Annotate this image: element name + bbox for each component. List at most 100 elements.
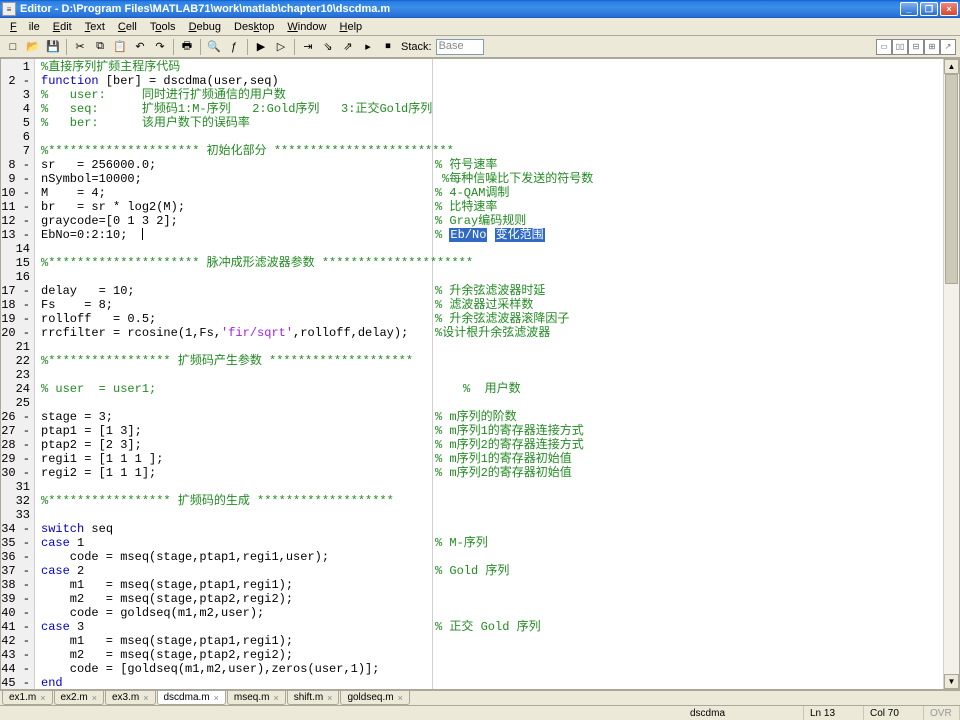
- code-line[interactable]: [35, 242, 943, 256]
- code-line[interactable]: m1 = mseq(stage,ptap1,regi1);: [35, 578, 943, 592]
- code-line[interactable]: code = goldseq(m1,m2,user);: [35, 606, 943, 620]
- code-line[interactable]: [35, 396, 943, 410]
- code-line[interactable]: nSymbol=10000;%每种信噪比下发送的符号数: [35, 172, 943, 186]
- scroll-track[interactable]: [944, 74, 959, 674]
- document-tab[interactable]: shift.m×: [287, 691, 340, 705]
- tile-3-button[interactable]: ⊟: [908, 39, 924, 55]
- code-line[interactable]: case 2% Gold 序列: [35, 564, 943, 578]
- code-line[interactable]: [35, 340, 943, 354]
- menu-text[interactable]: Text: [79, 20, 111, 34]
- code-line[interactable]: Fs = 8;% 滤波器过采样数: [35, 298, 943, 312]
- new-button[interactable]: □: [4, 38, 22, 56]
- tab-close-icon[interactable]: ×: [92, 693, 97, 703]
- code-line[interactable]: %********************* 脉冲成形滤波器参数 *******…: [35, 256, 943, 270]
- code-line[interactable]: br = sr * log2(M);% 比特速率: [35, 200, 943, 214]
- code-line[interactable]: % ber: 该用户数下的误码率: [35, 116, 943, 130]
- code-line[interactable]: [35, 270, 943, 284]
- code-line[interactable]: graycode=[0 1 3 2];% Gray编码规则: [35, 214, 943, 228]
- code-line[interactable]: case 1% M-序列: [35, 536, 943, 550]
- exit-debug-button[interactable]: ⏹: [379, 38, 397, 56]
- code-line[interactable]: regi2 = [1 1 1];% m序列2的寄存器初始值: [35, 466, 943, 480]
- clear-breakpoint-button[interactable]: ▷: [272, 38, 290, 56]
- step-in-button[interactable]: ⇘: [319, 38, 337, 56]
- find-button[interactable]: 🔍: [205, 38, 223, 56]
- maximize-button[interactable]: ❐: [920, 2, 938, 16]
- code-line[interactable]: m2 = mseq(stage,ptap2,regi2);: [35, 592, 943, 606]
- code-line[interactable]: case 3% 正交 Gold 序列: [35, 620, 943, 634]
- undock-button[interactable]: ↗: [940, 39, 956, 55]
- document-tab[interactable]: ex3.m×: [105, 691, 156, 705]
- tab-close-icon[interactable]: ×: [273, 693, 278, 703]
- code-line[interactable]: rolloff = 0.5;% 升余弦滤波器滚降因子: [35, 312, 943, 326]
- code-line[interactable]: % seq: 扩频码1:M-序列 2:Gold序列 3:正交Gold序列: [35, 102, 943, 116]
- menu-file[interactable]: File: [4, 20, 46, 34]
- code-line[interactable]: switch seq: [35, 522, 943, 536]
- code-line[interactable]: EbNo=0:2:10; % Eb/No 变化范围: [35, 228, 943, 242]
- code-line[interactable]: %***************** 扩频码的生成 **************…: [35, 494, 943, 508]
- code-line[interactable]: ptap1 = [1 3];% m序列1的寄存器连接方式: [35, 424, 943, 438]
- code-line[interactable]: % user = user1;% 用户数: [35, 382, 943, 396]
- code-line[interactable]: [35, 480, 943, 494]
- menu-edit[interactable]: Edit: [47, 20, 78, 34]
- menu-tools[interactable]: Tools: [144, 20, 182, 34]
- tile-2-button[interactable]: ▯▯: [892, 39, 908, 55]
- code-line[interactable]: ptap2 = [2 3];% m序列2的寄存器连接方式: [35, 438, 943, 452]
- menu-cell[interactable]: Cell: [112, 20, 143, 34]
- code-line[interactable]: m1 = mseq(stage,ptap1,regi1);: [35, 634, 943, 648]
- document-tab[interactable]: mseq.m×: [227, 691, 286, 705]
- code-line[interactable]: regi1 = [1 1 1 ];% m序列1的寄存器初始值: [35, 452, 943, 466]
- document-tab[interactable]: ex2.m×: [54, 691, 105, 705]
- code-line[interactable]: end: [35, 676, 943, 689]
- code-line[interactable]: sr = 256000.0;% 符号速率: [35, 158, 943, 172]
- tile-1-button[interactable]: ▭: [876, 39, 892, 55]
- tab-close-icon[interactable]: ×: [327, 693, 332, 703]
- tab-close-icon[interactable]: ×: [40, 693, 45, 703]
- set-breakpoint-button[interactable]: ▶: [252, 38, 270, 56]
- document-tab[interactable]: dscdma.m×: [157, 691, 226, 705]
- menu-window[interactable]: Window: [281, 20, 332, 34]
- code-pane[interactable]: %直接序列扩频主程序代码function [ber] = dscdma(user…: [35, 59, 943, 689]
- run-button[interactable]: ▸: [359, 38, 377, 56]
- undo-button[interactable]: ↶: [131, 38, 149, 56]
- minimize-button[interactable]: _: [900, 2, 918, 16]
- save-button[interactable]: 💾: [44, 38, 62, 56]
- stack-select[interactable]: Base: [436, 39, 484, 55]
- cut-button[interactable]: ✂: [71, 38, 89, 56]
- scroll-thumb[interactable]: [945, 74, 958, 284]
- open-button[interactable]: 📂: [24, 38, 42, 56]
- code-line[interactable]: [35, 508, 943, 522]
- document-tab[interactable]: goldseq.m×: [340, 691, 409, 705]
- scroll-up-button[interactable]: ▲: [944, 59, 959, 74]
- print-button[interactable]: 🖶: [178, 38, 196, 56]
- code-line[interactable]: code = mseq(stage,ptap1,regi1,user);: [35, 550, 943, 564]
- code-line[interactable]: %********************* 初始化部分 ***********…: [35, 144, 943, 158]
- copy-button[interactable]: ⧉: [91, 38, 109, 56]
- code-line[interactable]: [35, 368, 943, 382]
- code-line[interactable]: function [ber] = dscdma(user,seq): [35, 74, 943, 88]
- vertical-scrollbar[interactable]: ▲ ▼: [943, 59, 959, 689]
- close-button[interactable]: ×: [940, 2, 958, 16]
- code-line[interactable]: % user: 同时进行扩频通信的用户数: [35, 88, 943, 102]
- menu-help[interactable]: Help: [334, 20, 369, 34]
- redo-button[interactable]: ↷: [151, 38, 169, 56]
- code-line[interactable]: stage = 3;% m序列的阶数: [35, 410, 943, 424]
- document-tab[interactable]: ex1.m×: [2, 691, 53, 705]
- tab-close-icon[interactable]: ×: [398, 693, 403, 703]
- step-button[interactable]: ⇥: [299, 38, 317, 56]
- function-button[interactable]: ƒ: [225, 38, 243, 56]
- code-line[interactable]: m2 = mseq(stage,ptap2,regi2);: [35, 648, 943, 662]
- code-line[interactable]: code = [goldseq(m1,m2,user),zeros(user,1…: [35, 662, 943, 676]
- code-line[interactable]: delay = 10;% 升余弦滤波器时延: [35, 284, 943, 298]
- code-line[interactable]: rrcfilter = rcosine(1,Fs,'fir/sqrt',roll…: [35, 326, 943, 340]
- menu-debug[interactable]: Debug: [183, 20, 227, 34]
- tab-close-icon[interactable]: ×: [143, 693, 148, 703]
- code-line[interactable]: %***************** 扩频码产生参数 *************…: [35, 354, 943, 368]
- code-line[interactable]: [35, 130, 943, 144]
- step-out-button[interactable]: ⇗: [339, 38, 357, 56]
- code-line[interactable]: M = 4;% 4-QAM调制: [35, 186, 943, 200]
- menu-desktop[interactable]: Desktop: [228, 20, 280, 34]
- scroll-down-button[interactable]: ▼: [944, 674, 959, 689]
- line-gutter[interactable]: 12 -345678 -9 -10 -11 -12 -13 -14151617 …: [1, 59, 35, 689]
- tab-close-icon[interactable]: ×: [214, 693, 219, 703]
- paste-button[interactable]: 📋: [111, 38, 129, 56]
